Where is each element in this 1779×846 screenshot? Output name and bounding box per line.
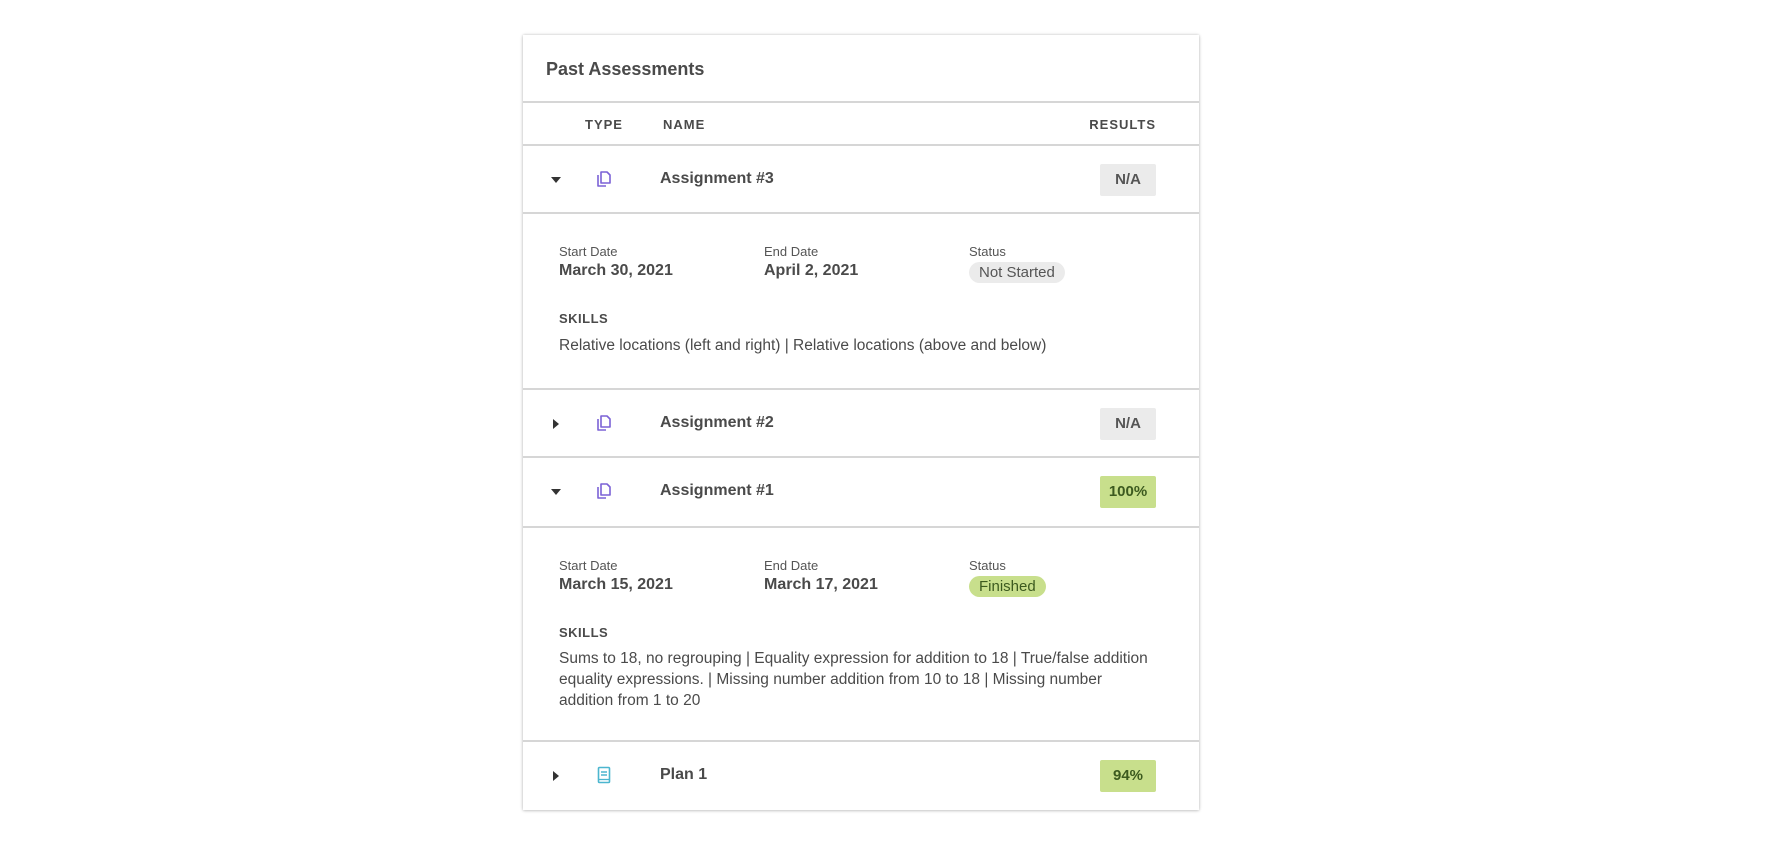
start-date-field: Start Date March 15, 2021 [559,558,673,594]
status-field: Status Finished [969,558,1046,597]
end-date-value: April 2, 2021 [764,262,859,279]
status-field: Status Not Started [969,244,1065,283]
status-label: Status [969,558,1006,573]
table-row[interactable]: Assignment #3 N/A [523,146,1199,214]
skills-label: SKILLS [559,625,609,640]
column-header-type: TYPE [585,117,623,132]
row-name: Assignment #3 [660,170,774,187]
row-name: Assignment #2 [660,414,774,431]
status-badge: Finished [969,576,1046,597]
end-date-field: End Date March 17, 2021 [764,558,878,594]
caret-right-icon[interactable] [548,768,564,784]
card-header: Past Assessments [523,35,1199,103]
result-badge: 94% [1100,760,1156,792]
row-name: Assignment #1 [660,482,774,499]
copy-icon [597,415,611,431]
end-date-label: End Date [764,244,819,259]
copy-icon [597,171,611,187]
start-date-label: Start Date [559,558,618,573]
skills-text: Sums to 18, no regrouping | Equality exp… [559,650,1148,709]
status-label: Status [969,244,1006,259]
table-row[interactable]: Plan 1 94% [523,742,1199,810]
result-badge: N/A [1100,164,1156,196]
start-date-value: March 15, 2021 [559,576,673,593]
start-date-label: Start Date [559,244,618,259]
table-row[interactable]: Assignment #1 100% [523,458,1199,528]
end-date-value: March 17, 2021 [764,576,878,593]
skills-label: SKILLS [559,311,609,326]
caret-down-icon[interactable] [548,172,564,188]
start-date-value: March 30, 2021 [559,262,673,279]
start-date-field: Start Date March 30, 2021 [559,244,673,280]
copy-icon [597,483,611,499]
caret-down-icon[interactable] [548,484,564,500]
skills-text: Relative locations (left and right) | Re… [559,337,1047,354]
column-header-name: NAME [663,117,706,132]
column-header-results: RESULTS [1089,117,1156,132]
row-details: Start Date March 15, 2021 End Date March… [523,528,1199,742]
table-header: TYPE NAME RESULTS [523,103,1199,146]
row-details: Start Date March 30, 2021 End Date April… [523,214,1199,390]
end-date-field: End Date April 2, 2021 [764,244,858,280]
table-row[interactable]: Assignment #2 N/A [523,390,1199,458]
book-icon [597,766,611,784]
caret-right-icon[interactable] [548,416,564,432]
status-badge: Not Started [969,262,1065,283]
end-date-label: End Date [764,558,819,573]
row-name: Plan 1 [660,766,708,783]
past-assessments-card: Past Assessments TYPE NAME RESULTS Assig… [523,35,1199,810]
card-title: Past Assessments [546,58,705,79]
result-badge: 100% [1100,476,1156,508]
result-badge: N/A [1100,408,1156,440]
